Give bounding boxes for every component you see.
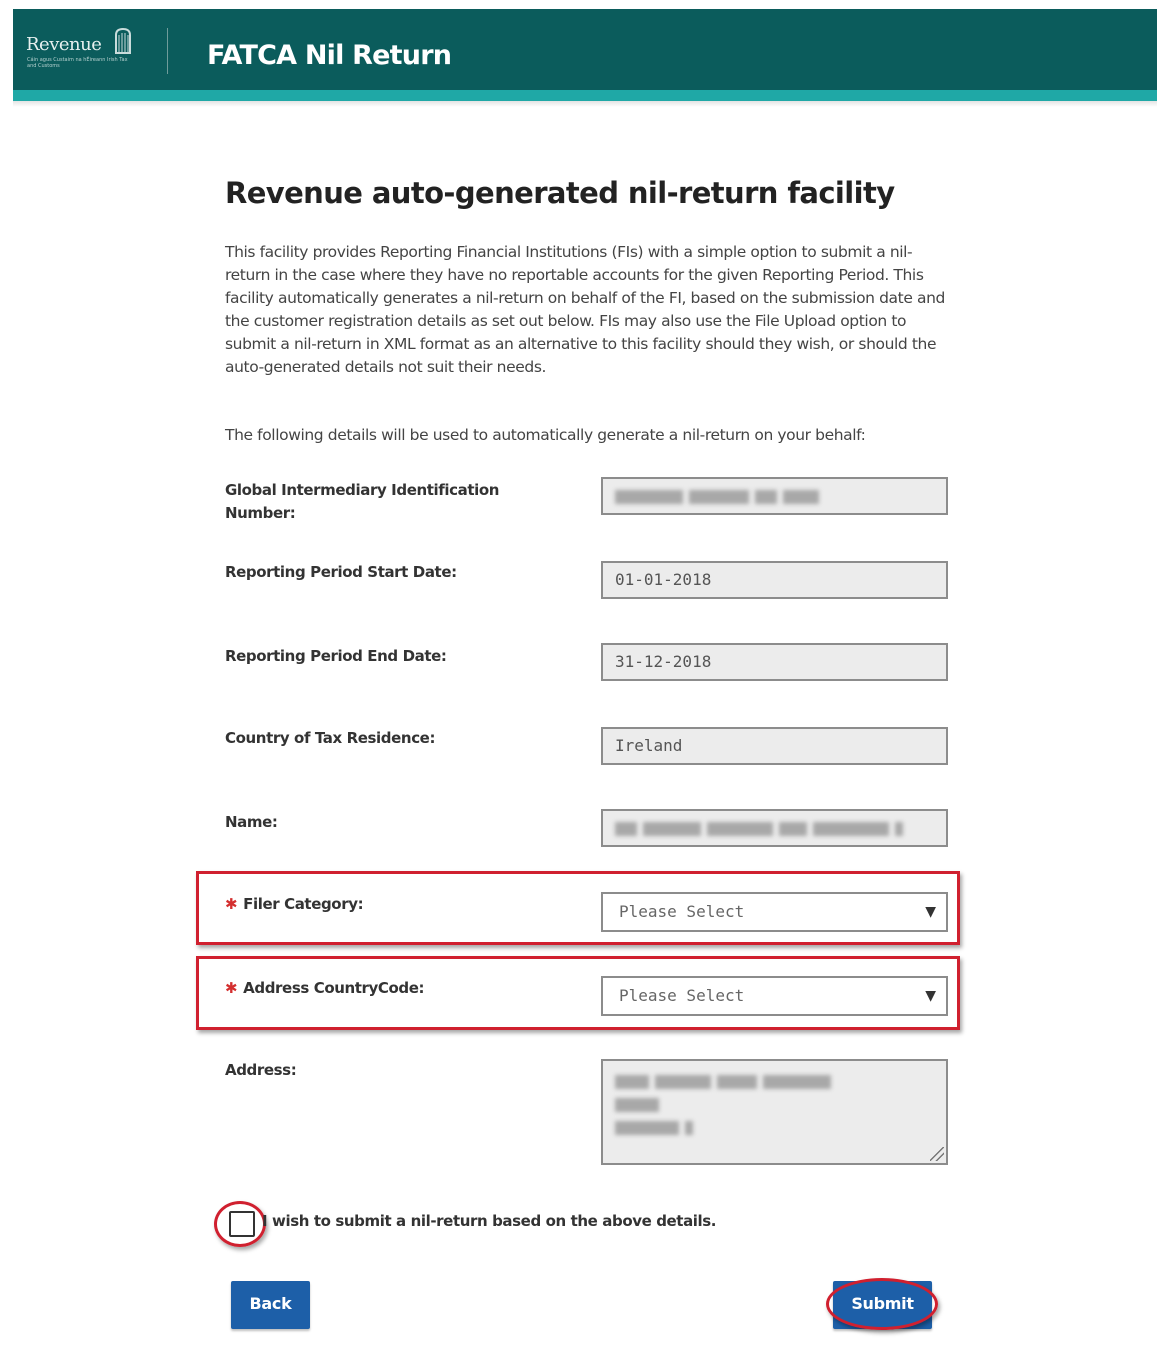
filer-category-select[interactable]: Please Select ▼ <box>601 892 948 932</box>
logo-subtext: Cáin agus Custaim na hÉireann Irish Tax … <box>27 57 128 69</box>
page-title: Revenue auto-generated nil-return facili… <box>225 176 895 210</box>
redacted-text <box>615 821 637 836</box>
confirm-checkbox[interactable] <box>229 1211 255 1237</box>
giin-field <box>601 477 948 515</box>
address-countrycode-value: Please Select <box>619 986 745 1005</box>
country-label: Country of Tax Residence: <box>225 729 436 747</box>
redacted-text <box>655 1074 711 1089</box>
dropdown-arrow-icon: ▼ <box>925 988 936 1004</box>
filer-category-label-text: Filer Category: <box>243 895 364 913</box>
redacted-text <box>895 821 903 836</box>
start-date-field: 01-01-2018 <box>601 561 948 599</box>
redacted-line <box>615 1071 837 1090</box>
redacted-text <box>763 1074 831 1089</box>
redacted-text <box>615 1074 649 1089</box>
harp-icon <box>112 27 134 59</box>
address-label: Address: <box>225 1061 297 1079</box>
name-label: Name: <box>225 813 278 831</box>
app-header <box>13 9 1157 90</box>
header-divider <box>167 28 168 74</box>
redacted-text <box>707 821 773 836</box>
app-title: FATCA Nil Return <box>207 40 452 71</box>
redacted-text <box>685 1120 693 1135</box>
address-textarea <box>601 1059 948 1165</box>
end-date-label: Reporting Period End Date: <box>225 647 447 665</box>
redacted-text <box>717 1074 757 1089</box>
details-intro: The following details will be used to au… <box>225 426 866 444</box>
confirm-checkbox-label: I wish to submit a nil-return based on t… <box>262 1212 717 1230</box>
giin-label: Global Intermediary Identification Numbe… <box>225 481 500 522</box>
revenue-logo[interactable]: Revenue Cáin agus Custaim na hÉireann Ir… <box>26 27 138 77</box>
redacted-text <box>783 489 819 504</box>
country-field: Ireland <box>601 727 948 765</box>
address-countrycode-label-text: Address CountryCode: <box>243 979 425 997</box>
start-date-label: Reporting Period Start Date: <box>225 563 457 581</box>
redacted-line <box>615 1094 665 1113</box>
redacted-text <box>615 489 683 504</box>
redacted-text <box>813 821 889 836</box>
required-icon: ✱ <box>225 895 238 913</box>
header-accent-strip <box>13 90 1157 101</box>
address-countrycode-label: ✱ Address CountryCode: <box>225 977 555 1000</box>
redacted-text <box>615 1120 679 1135</box>
filer-category-label: ✱ Filer Category: <box>225 893 555 916</box>
filer-category-value: Please Select <box>619 902 745 921</box>
logo-text: Revenue <box>26 34 102 55</box>
redacted-text <box>779 821 807 836</box>
submit-highlight <box>826 1278 938 1330</box>
address-countrycode-select[interactable]: Please Select ▼ <box>601 976 948 1016</box>
back-button[interactable]: Back <box>231 1281 310 1329</box>
redacted-line <box>615 1117 699 1136</box>
redacted-text <box>643 821 701 836</box>
name-field <box>601 809 948 847</box>
dropdown-arrow-icon: ▼ <box>925 904 936 920</box>
redacted-text <box>755 489 777 504</box>
resize-grip-icon[interactable] <box>930 1147 944 1161</box>
intro-paragraph: This facility provides Reporting Financi… <box>225 243 945 376</box>
required-icon: ✱ <box>225 979 238 997</box>
header-shadow <box>13 101 1157 107</box>
redacted-text <box>689 489 749 504</box>
redacted-text <box>615 1097 659 1112</box>
end-date-field: 31-12-2018 <box>601 643 948 681</box>
